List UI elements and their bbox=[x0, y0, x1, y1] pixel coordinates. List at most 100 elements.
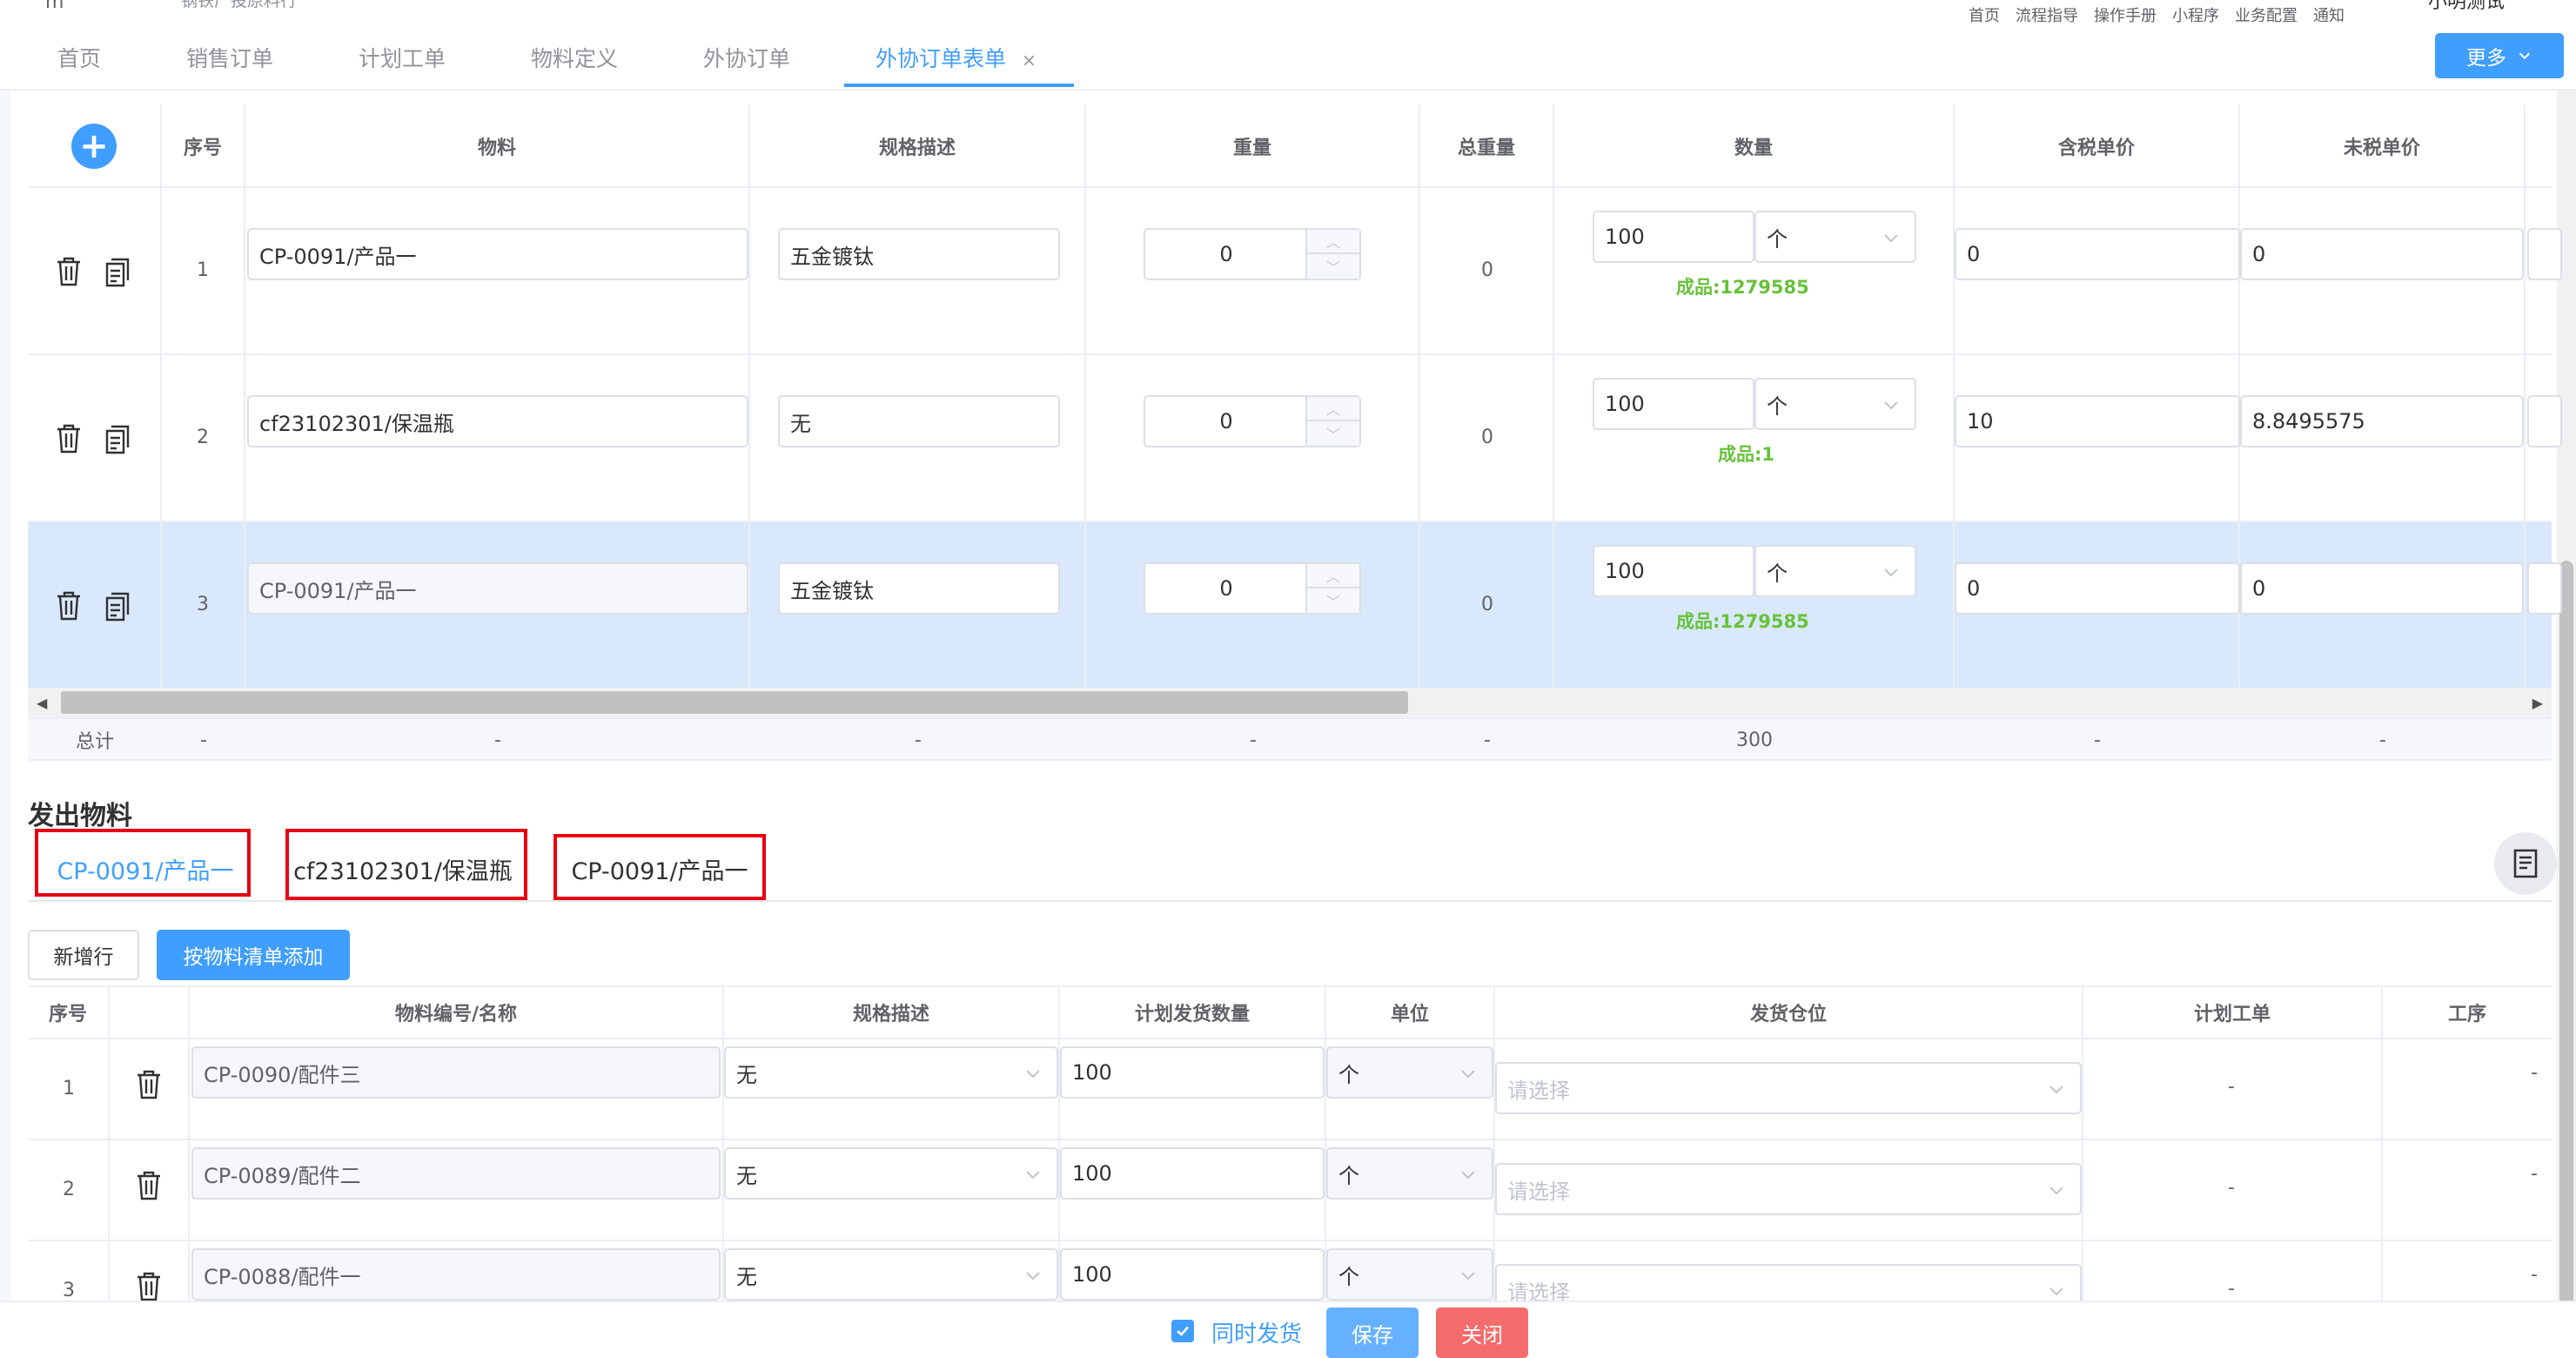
warehouse-select[interactable]: 请选择 bbox=[1495, 1062, 2082, 1114]
add-row-button[interactable]: + bbox=[71, 124, 117, 169]
unit-select[interactable]: 个 bbox=[1326, 1147, 1493, 1200]
quantity-input[interactable]: 100 bbox=[1593, 378, 1754, 430]
price-tax-input[interactable]: 0 bbox=[1955, 562, 2240, 615]
next-column-input[interactable] bbox=[2527, 395, 2562, 447]
process-cell: - bbox=[2383, 1039, 2552, 1139]
spec-select[interactable]: 无 bbox=[724, 1147, 1058, 1200]
quantity-input[interactable]: 100 bbox=[1593, 211, 1754, 263]
increment-button[interactable]: ︿ bbox=[1307, 564, 1359, 588]
trash-icon[interactable] bbox=[56, 423, 82, 454]
next-column-input[interactable] bbox=[2527, 562, 2562, 615]
material-input[interactable]: CP-0091/产品一 bbox=[247, 228, 748, 280]
spec-select[interactable]: 无 bbox=[724, 1248, 1058, 1301]
plan-qty-input[interactable]: 100 bbox=[1060, 1046, 1325, 1099]
decrement-button[interactable]: ﹀ bbox=[1307, 421, 1359, 446]
unit-select[interactable]: 个 bbox=[1754, 545, 1916, 597]
tab-material-definition[interactable]: 物料定义 bbox=[531, 42, 618, 73]
tab-outsource-order-form[interactable]: 外协订单表单 × bbox=[875, 42, 1036, 73]
trash-icon[interactable] bbox=[136, 1069, 162, 1100]
table-row: 1 CP-0090/配件三 无 100 个 请选择 - - bbox=[28, 1039, 2552, 1140]
price-notax-input[interactable]: 0 bbox=[2240, 228, 2524, 280]
trash-icon[interactable] bbox=[136, 1170, 162, 1201]
header-menu-stub[interactable]: m bbox=[45, 0, 64, 13]
next-column-input[interactable] bbox=[2527, 228, 2562, 280]
unit-select[interactable]: 个 bbox=[1326, 1046, 1493, 1099]
decrement-button[interactable]: ﹀ bbox=[1307, 254, 1359, 279]
weight-stepper[interactable]: 0 ︿ ﹀ bbox=[1144, 395, 1361, 447]
ship-together-checkbox[interactable] bbox=[1171, 1320, 1194, 1342]
quick-link-mini-program[interactable]: 小程序 bbox=[2172, 3, 2219, 26]
subtab-material-1[interactable]: CP-0091/产品一 bbox=[37, 837, 254, 900]
quick-link-home[interactable]: 首页 bbox=[1969, 3, 2000, 26]
scroll-thumb[interactable] bbox=[2559, 561, 2573, 1306]
work-order-cell: - bbox=[2083, 1039, 2383, 1139]
price-tax-input[interactable]: 0 bbox=[1955, 228, 2240, 280]
scroll-right-icon[interactable]: ▶ bbox=[2532, 695, 2543, 711]
increment-button[interactable]: ︿ bbox=[1307, 397, 1359, 421]
quick-links: 首页 流程指导 操作手册 小程序 业务配置 通知 bbox=[1969, 3, 2345, 26]
work-order-value: - bbox=[2228, 1076, 2235, 1098]
copy-icon[interactable] bbox=[104, 590, 131, 622]
warehouse-select[interactable]: 请选择 bbox=[1495, 1264, 2082, 1306]
tab-outsource-order[interactable]: 外协订单 bbox=[703, 42, 790, 73]
plan-qty-input[interactable]: 100 bbox=[1060, 1147, 1325, 1200]
weight-stepper[interactable]: 0 ︿ ﹀ bbox=[1144, 228, 1361, 280]
copy-icon[interactable] bbox=[104, 256, 131, 287]
warehouse-select[interactable]: 请选择 bbox=[1495, 1163, 2082, 1215]
more-button[interactable]: 更多 bbox=[2435, 33, 2564, 78]
price-tax-input[interactable]: 10 bbox=[1955, 395, 2240, 447]
unit-value: 个 bbox=[1767, 561, 1788, 586]
price-notax-input[interactable]: 8.8495575 bbox=[2240, 395, 2524, 447]
price-notax-input[interactable]: 0 bbox=[2240, 562, 2524, 615]
plan-qty-cell: 100 bbox=[1060, 1241, 1326, 1306]
trash-icon[interactable] bbox=[56, 256, 82, 287]
summary-cell: - bbox=[494, 729, 501, 751]
close-button[interactable]: 关闭 bbox=[1436, 1308, 1528, 1358]
spec-input[interactable]: 五金镀钛 bbox=[778, 562, 1060, 615]
spec-cell: 无 bbox=[724, 1241, 1060, 1306]
spec-input[interactable]: 无 bbox=[778, 395, 1060, 447]
table-horizontal-scrollbar[interactable]: ◀ ▶ bbox=[28, 688, 2552, 717]
price-notax-cell: 0 bbox=[2240, 522, 2526, 689]
spec-input[interactable]: 五金镀钛 bbox=[778, 228, 1060, 280]
spec-select[interactable]: 无 bbox=[724, 1046, 1058, 1099]
tab-home[interactable]: 首页 bbox=[57, 42, 101, 73]
copy-icon[interactable] bbox=[104, 423, 131, 454]
row-actions-cell bbox=[28, 355, 162, 522]
unit-select[interactable]: 个 bbox=[1754, 378, 1916, 430]
tab-sales-order[interactable]: 销售订单 bbox=[186, 42, 273, 73]
increment-button[interactable]: ︿ bbox=[1307, 230, 1359, 254]
quick-link-notifications[interactable]: 通知 bbox=[2313, 3, 2345, 26]
weight-stepper[interactable]: 0 ︿ ﹀ bbox=[1144, 562, 1361, 615]
decrement-button[interactable]: ﹀ bbox=[1307, 588, 1359, 613]
warehouse-placeholder: 请选择 bbox=[1507, 1078, 1570, 1103]
trash-icon[interactable] bbox=[56, 590, 82, 622]
subtab-material-2[interactable]: cf23102301/保温瓶 bbox=[285, 837, 520, 900]
spec-value: 无 bbox=[736, 1163, 757, 1188]
unit-select[interactable]: 个 bbox=[1754, 211, 1916, 263]
add-row-button[interactable]: 新增行 bbox=[28, 930, 139, 980]
unit-select[interactable]: 个 bbox=[1326, 1248, 1493, 1301]
quick-link-manual[interactable]: 操作手册 bbox=[2094, 3, 2157, 26]
scroll-left-icon[interactable]: ◀ bbox=[37, 695, 47, 711]
material-input[interactable]: cf23102301/保温瓶 bbox=[247, 395, 748, 447]
index-cell: 3 bbox=[162, 522, 245, 689]
save-button[interactable]: 保存 bbox=[1326, 1308, 1419, 1358]
plan-qty-input[interactable]: 100 bbox=[1060, 1248, 1325, 1301]
tab-plan-work-order[interactable]: 计划工单 bbox=[359, 42, 446, 73]
quantity-input[interactable]: 100 bbox=[1593, 545, 1754, 597]
form-footer: 同时发货 保存 关闭 bbox=[0, 1301, 2576, 1358]
col-header-warehouse: 发货仓位 bbox=[1495, 987, 2083, 1038]
quick-link-process-guide[interactable]: 流程指导 bbox=[2016, 3, 2078, 26]
subtab-material-3[interactable]: CP-0091/产品一 bbox=[555, 837, 764, 900]
weight-cell: 0 ︿ ﹀ bbox=[1086, 355, 1420, 522]
close-icon[interactable]: × bbox=[1022, 50, 1036, 71]
document-list-button[interactable] bbox=[2494, 832, 2557, 895]
table-row: 1 CP-0091/产品一 五金镀钛 0 ︿ ﹀ 0 100 个 成品:12795… bbox=[28, 188, 2562, 355]
scroll-thumb[interactable] bbox=[61, 691, 1408, 714]
add-by-bom-button[interactable]: 按物料清单添加 bbox=[157, 930, 350, 980]
user-name[interactable]: 小明测试 bbox=[2428, 0, 2505, 14]
quick-link-business-config[interactable]: 业务配置 bbox=[2235, 3, 2298, 26]
ship-together-label[interactable]: 同时发货 bbox=[1211, 1316, 1302, 1348]
trash-icon[interactable] bbox=[136, 1271, 162, 1302]
